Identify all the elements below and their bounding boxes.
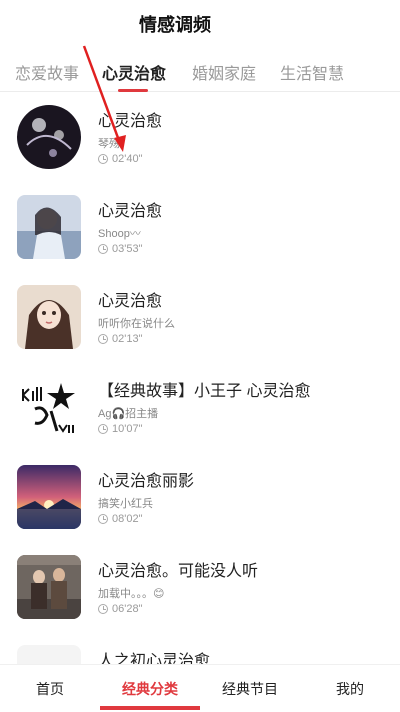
page-title: 情感调频 — [139, 15, 211, 35]
tab-soul-healing[interactable]: 心灵治愈 — [102, 60, 166, 84]
list-item[interactable]: 心灵治愈。可能没人听 加载中。。。😊 06'28" — [0, 543, 400, 631]
tab-life-wisdom[interactable]: 生活智慧 — [280, 60, 344, 84]
nav-home[interactable]: 首页 — [0, 665, 100, 712]
program-title: 人之初心灵治愈 — [98, 653, 211, 664]
tab-romance-stories[interactable]: 恋爱故事 — [15, 60, 79, 84]
program-list: 心灵治愈 琴殇 02'40" 心灵治愈 Shoop〰 03'53" 心灵治愈 听… — [0, 93, 400, 664]
duration-text: 02'13" — [112, 333, 143, 345]
clock-icon — [98, 604, 108, 614]
program-thumbnail — [17, 375, 81, 439]
program-thumbnail — [17, 465, 81, 529]
active-tab-indicator — [118, 89, 148, 92]
program-thumbnail — [17, 105, 81, 169]
program-thumbnail — [17, 555, 81, 619]
program-duration: 02'40" — [98, 153, 142, 165]
program-title: 心灵治愈丽影 — [98, 473, 195, 490]
tab-marriage-family[interactable]: 婚姻家庭 — [192, 60, 256, 84]
program-duration: 08'02" — [98, 513, 142, 525]
clock-icon — [98, 334, 108, 344]
nav-classic-programs-label: 经典节目 — [222, 680, 278, 697]
duration-text: 06'28" — [112, 603, 143, 615]
list-item[interactable]: 【经典故事】小王子 心灵治愈 Ag🎧招主播 10'07" — [0, 363, 400, 451]
program-author: 搞笑小红兵 — [98, 498, 153, 510]
active-nav-indicator — [100, 706, 200, 710]
duration-text: 10'07" — [112, 423, 143, 435]
nav-mine[interactable]: 我的 — [300, 665, 400, 712]
list-item[interactable]: 心灵治愈丽影 搞笑小红兵 08'02" — [0, 453, 400, 541]
duration-text: 02'40" — [112, 153, 143, 165]
program-thumbnail — [17, 285, 81, 349]
nav-classic-categories-label: 经典分类 — [122, 680, 178, 697]
program-title: 心灵治愈 — [98, 113, 163, 130]
program-author: 加载中。。。😊 — [98, 588, 165, 600]
list-item[interactable]: 人之初心灵治愈 — [0, 633, 400, 664]
nav-mine-label: 我的 — [336, 680, 364, 697]
program-title: 心灵治愈 — [98, 203, 163, 220]
program-author: 听听你在说什么 — [98, 318, 175, 330]
list-item[interactable]: 心灵治愈 听听你在说什么 02'13" — [0, 273, 400, 361]
nav-classic-categories[interactable]: 经典分类 — [100, 665, 200, 712]
bottom-navigation: 首页 经典分类 经典节目 我的 — [0, 664, 400, 712]
program-duration: 10'07" — [98, 423, 142, 435]
clock-icon — [98, 424, 108, 434]
program-author: Shoop〰 — [98, 228, 141, 240]
program-author: 琴殇 — [98, 138, 120, 150]
list-item[interactable]: 心灵治愈 Shoop〰 03'53" — [0, 183, 400, 271]
program-thumbnail — [17, 195, 81, 259]
program-duration: 03'53" — [98, 243, 142, 255]
clock-icon — [98, 244, 108, 254]
program-title: 心灵治愈。可能没人听 — [98, 563, 259, 580]
duration-text: 08'02" — [112, 513, 143, 525]
program-author: Ag🎧招主播 — [98, 408, 159, 420]
program-duration: 02'13" — [98, 333, 142, 345]
nav-home-label: 首页 — [36, 680, 64, 697]
category-tabs: 恋爱故事 心灵治愈 婚姻家庭 生活智慧 — [0, 48, 400, 92]
program-duration: 06'28" — [98, 603, 142, 615]
clock-icon — [98, 154, 108, 164]
header: 情感调频 — [0, 0, 400, 48]
list-item[interactable]: 心灵治愈 琴殇 02'40" — [0, 93, 400, 181]
duration-text: 03'53" — [112, 243, 143, 255]
nav-classic-programs[interactable]: 经典节目 — [200, 665, 300, 712]
clock-icon — [98, 514, 108, 524]
program-thumbnail — [17, 645, 81, 664]
program-title: 【经典故事】小王子 心灵治愈 — [98, 383, 311, 400]
program-title: 心灵治愈 — [98, 293, 163, 310]
